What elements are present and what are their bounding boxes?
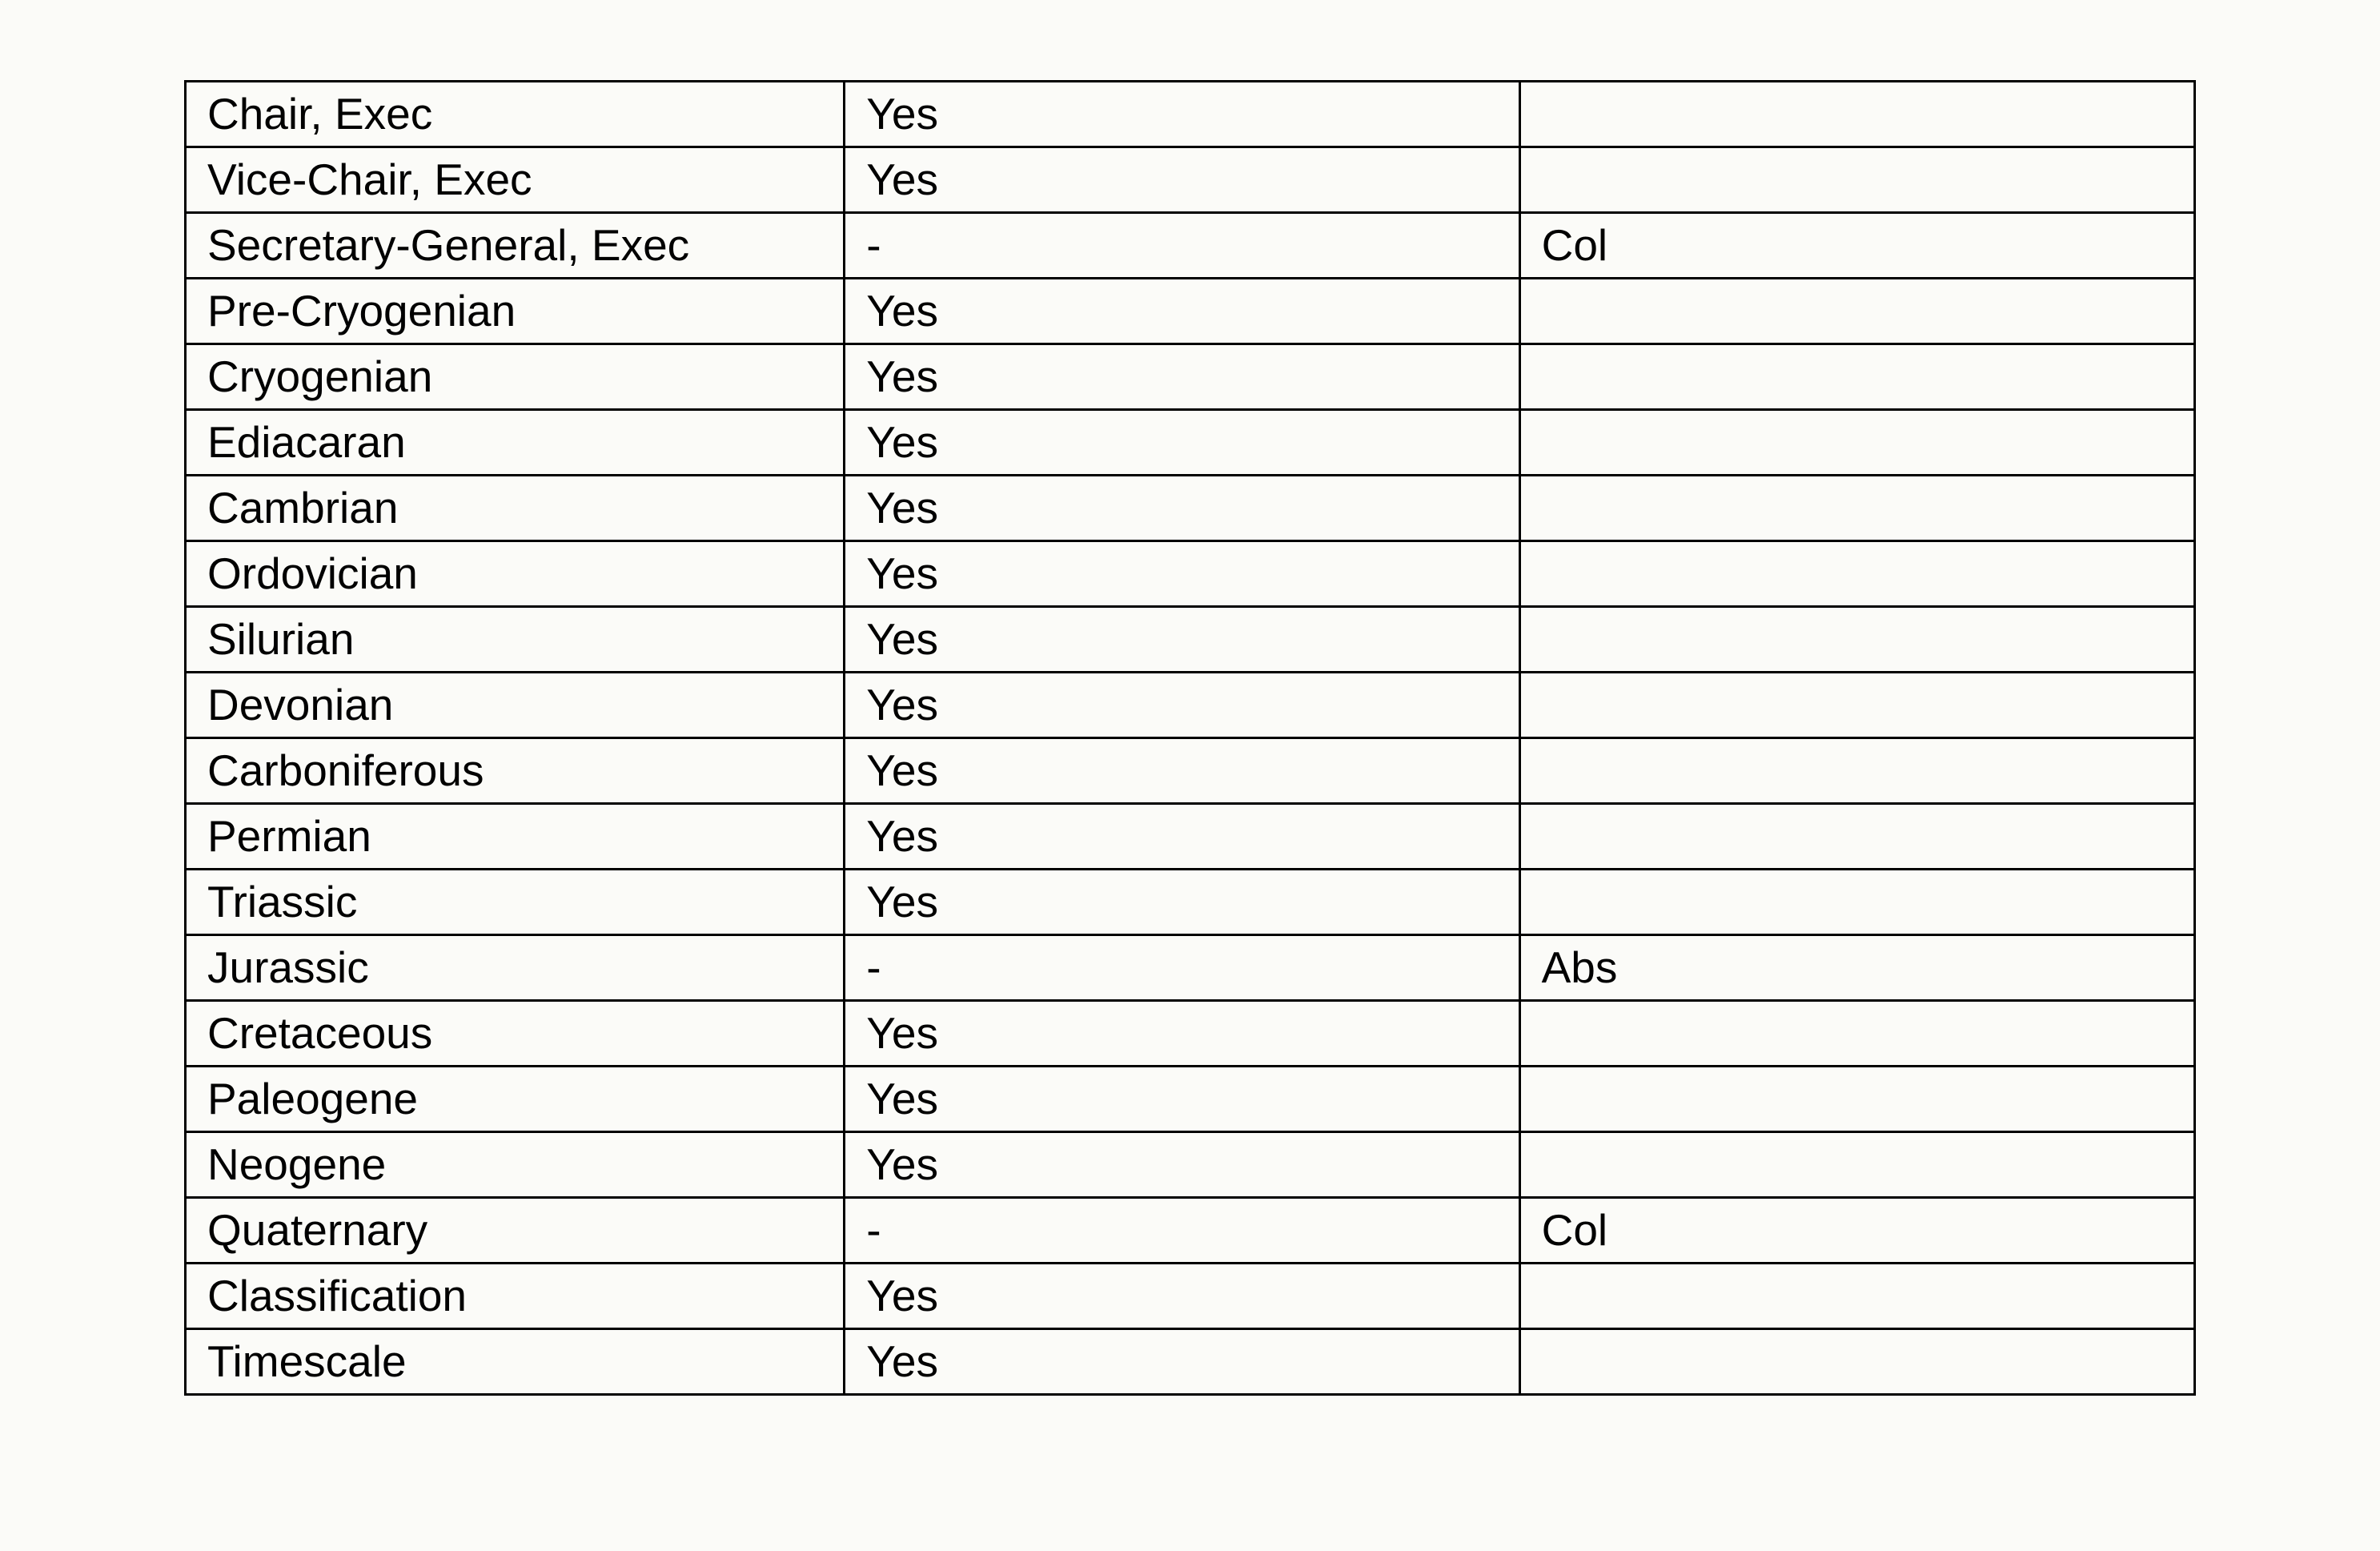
table-cell: Paleogene xyxy=(186,1067,845,1132)
table-row: CarboniferousYes xyxy=(186,738,2195,804)
table-cell xyxy=(1519,1067,2194,1132)
table-cell xyxy=(1519,804,2194,870)
table-cell xyxy=(1519,410,2194,476)
table-row: TriassicYes xyxy=(186,870,2195,935)
table-cell: Yes xyxy=(845,870,1519,935)
table-cell: Yes xyxy=(845,476,1519,541)
table-cell: Yes xyxy=(845,1329,1519,1395)
table-cell: Silurian xyxy=(186,607,845,673)
table-cell: Jurassic xyxy=(186,935,845,1001)
page: Chair, ExecYesVice-Chair, ExecYesSecreta… xyxy=(0,0,2380,1551)
table-cell xyxy=(1519,1329,2194,1395)
table-cell: Col xyxy=(1519,213,2194,279)
table-cell: Ordovician xyxy=(186,541,845,607)
table-row: ClassificationYes xyxy=(186,1264,2195,1329)
table-cell: - xyxy=(845,1198,1519,1264)
table-cell xyxy=(1519,344,2194,410)
table-cell: Cambrian xyxy=(186,476,845,541)
table-row: EdiacaranYes xyxy=(186,410,2195,476)
table-cell xyxy=(1519,1132,2194,1198)
table-cell: Quaternary xyxy=(186,1198,845,1264)
table-row: Pre-CryogenianYes xyxy=(186,279,2195,344)
table-cell: Classification xyxy=(186,1264,845,1329)
table-row: CryogenianYes xyxy=(186,344,2195,410)
table-cell: Yes xyxy=(845,82,1519,147)
table-cell: Cretaceous xyxy=(186,1001,845,1067)
table-cell: Permian xyxy=(186,804,845,870)
table-cell: - xyxy=(845,213,1519,279)
table-cell xyxy=(1519,1264,2194,1329)
table-row: OrdovicianYes xyxy=(186,541,2195,607)
table-cell: Col xyxy=(1519,1198,2194,1264)
attendance-table: Chair, ExecYesVice-Chair, ExecYesSecreta… xyxy=(184,80,2196,1396)
table-cell xyxy=(1519,673,2194,738)
table-cell: Triassic xyxy=(186,870,845,935)
table-cell: Ediacaran xyxy=(186,410,845,476)
table-row: SilurianYes xyxy=(186,607,2195,673)
table-cell: Yes xyxy=(845,344,1519,410)
table-cell: Yes xyxy=(845,1001,1519,1067)
table-cell xyxy=(1519,279,2194,344)
table-row: Quaternary-Col xyxy=(186,1198,2195,1264)
table-cell xyxy=(1519,541,2194,607)
table-cell: Yes xyxy=(845,607,1519,673)
table-cell xyxy=(1519,147,2194,213)
table-cell: Yes xyxy=(845,279,1519,344)
table-cell: Timescale xyxy=(186,1329,845,1395)
table-cell: Yes xyxy=(845,1132,1519,1198)
table-row: PermianYes xyxy=(186,804,2195,870)
table-cell: Yes xyxy=(845,1067,1519,1132)
table-cell: Yes xyxy=(845,541,1519,607)
table-row: Chair, ExecYes xyxy=(186,82,2195,147)
table-cell: Yes xyxy=(845,804,1519,870)
table-cell: Pre-Cryogenian xyxy=(186,279,845,344)
table-cell xyxy=(1519,870,2194,935)
table-cell: Vice-Chair, Exec xyxy=(186,147,845,213)
table-row: NeogeneYes xyxy=(186,1132,2195,1198)
table-row: Secretary-General, Exec-Col xyxy=(186,213,2195,279)
table-cell xyxy=(1519,607,2194,673)
table-row: TimescaleYes xyxy=(186,1329,2195,1395)
table-cell: Yes xyxy=(845,673,1519,738)
table-cell: Chair, Exec xyxy=(186,82,845,147)
table-row: DevonianYes xyxy=(186,673,2195,738)
table-cell xyxy=(1519,1001,2194,1067)
table-cell: Carboniferous xyxy=(186,738,845,804)
table-cell: Yes xyxy=(845,1264,1519,1329)
table-row: CretaceousYes xyxy=(186,1001,2195,1067)
table-cell: Yes xyxy=(845,738,1519,804)
table-cell: Abs xyxy=(1519,935,2194,1001)
table-cell: Devonian xyxy=(186,673,845,738)
table-cell xyxy=(1519,738,2194,804)
table-cell: Cryogenian xyxy=(186,344,845,410)
table-row: CambrianYes xyxy=(186,476,2195,541)
table-row: Vice-Chair, ExecYes xyxy=(186,147,2195,213)
table-cell: - xyxy=(845,935,1519,1001)
table-row: PaleogeneYes xyxy=(186,1067,2195,1132)
table-cell: Neogene xyxy=(186,1132,845,1198)
table-cell: Yes xyxy=(845,147,1519,213)
table-cell xyxy=(1519,476,2194,541)
table-cell: Secretary-General, Exec xyxy=(186,213,845,279)
table-row: Jurassic-Abs xyxy=(186,935,2195,1001)
table-cell xyxy=(1519,82,2194,147)
table-cell: Yes xyxy=(845,410,1519,476)
